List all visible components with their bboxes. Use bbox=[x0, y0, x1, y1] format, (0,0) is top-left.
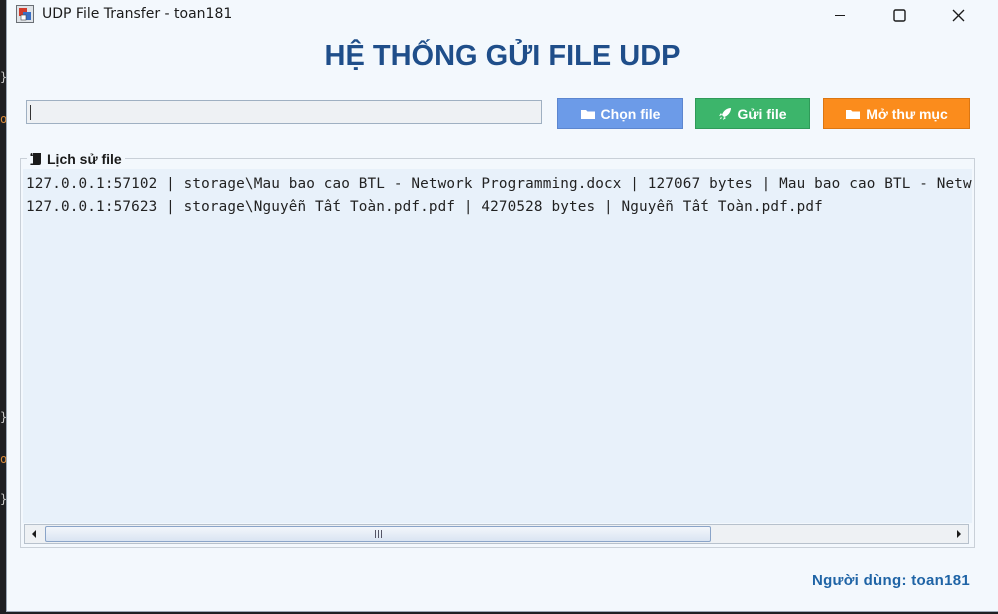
folder-icon bbox=[580, 109, 595, 119]
close-icon bbox=[952, 9, 964, 21]
scroll-icon bbox=[30, 153, 41, 165]
send-file-label: Gửi file bbox=[737, 105, 787, 122]
arrow-left-icon bbox=[32, 530, 36, 538]
history-log[interactable]: 127.0.0.1:57102 | storage\Mau bao cao BT… bbox=[23, 169, 972, 523]
title-bar[interactable]: UDP File Transfer - toan181 bbox=[7, 0, 998, 30]
close-button[interactable] bbox=[935, 0, 981, 30]
page-title: HỆ THỐNG GỬI FILE UDP bbox=[324, 40, 681, 72]
folder-icon bbox=[846, 109, 861, 119]
choose-file-button[interactable]: Chọn file bbox=[557, 98, 683, 129]
horizontal-scrollbar[interactable] bbox=[24, 524, 969, 544]
text-caret bbox=[30, 105, 31, 120]
history-panel-title: Lịch sử file bbox=[27, 151, 125, 167]
scroll-left-button[interactable] bbox=[25, 525, 43, 543]
rocket-icon bbox=[719, 107, 732, 120]
minimize-button[interactable] bbox=[817, 0, 863, 30]
minimize-icon bbox=[835, 15, 845, 16]
history-title-label: Lịch sử file bbox=[47, 151, 122, 167]
log-line: 127.0.0.1:57102 | storage\Mau bao cao BT… bbox=[26, 176, 972, 192]
open-folder-button[interactable]: Mở thư mục bbox=[823, 98, 970, 129]
scrollbar-thumb[interactable] bbox=[45, 526, 711, 542]
window-title: UDP File Transfer - toan181 bbox=[42, 6, 233, 22]
choose-file-label: Chọn file bbox=[600, 105, 661, 122]
maximize-icon bbox=[892, 8, 906, 22]
app-icon bbox=[16, 5, 34, 23]
grip-icon bbox=[374, 530, 382, 538]
send-file-button[interactable]: Gửi file bbox=[695, 98, 810, 129]
scroll-right-button[interactable] bbox=[950, 525, 968, 543]
current-user-label: Người dùng: toan181 bbox=[811, 572, 970, 589]
arrow-right-icon bbox=[957, 530, 961, 538]
open-folder-label: Mở thư mục bbox=[866, 105, 948, 122]
file-path-input[interactable] bbox=[26, 100, 542, 124]
log-line: 127.0.0.1:57623 | storage\Nguyễn Tất Toà… bbox=[26, 199, 823, 215]
app-window: UDP File Transfer - toan181 HỆ THỐNG GỬI… bbox=[6, 0, 998, 612]
maximize-button[interactable] bbox=[876, 0, 922, 30]
